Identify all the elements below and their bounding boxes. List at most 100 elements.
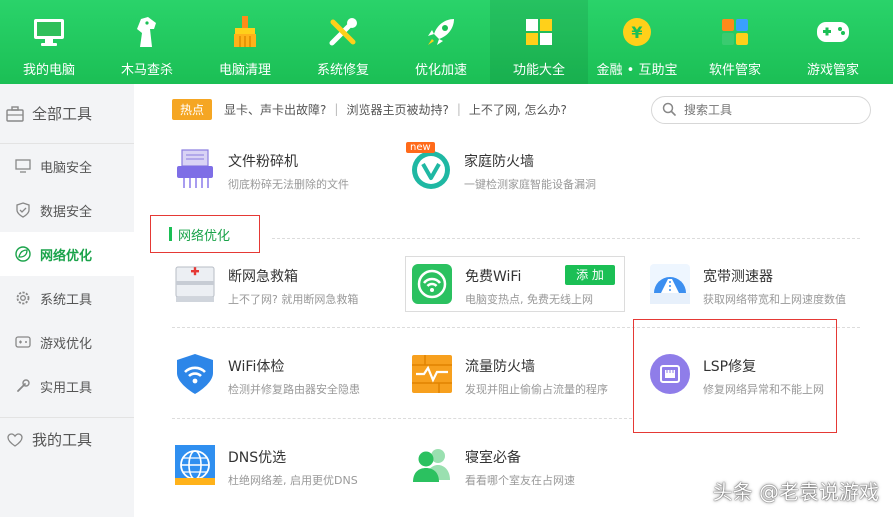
section-network-optimize: 网络优化 — [150, 215, 260, 253]
tool-file-shredder[interactable]: 文件粉碎机 彻底粉碎无法删除的文件 — [174, 148, 349, 192]
add-wifi-button[interactable]: 添 加 — [565, 265, 615, 285]
speedometer-icon — [649, 263, 691, 305]
toolbar-software-manager[interactable]: 软件管家 — [686, 0, 784, 84]
tool-title: DNS优选 — [228, 450, 287, 466]
shredder-icon — [174, 148, 216, 190]
first-aid-kit-icon — [174, 263, 216, 305]
tool-desc: 看看哪个室友在占网速 — [465, 474, 575, 487]
sidebar-item-game-optimize[interactable]: 游戏优化 — [0, 320, 134, 364]
shield-icon — [14, 201, 32, 219]
traffic-wall-icon — [411, 353, 453, 395]
tool-desc: 上不了网? 就用断网急救箱 — [228, 293, 359, 306]
wrench-icon — [325, 14, 361, 50]
sidebar-item-utilities[interactable]: 实用工具 — [0, 364, 134, 408]
firewall-shield-icon: new — [406, 142, 452, 190]
gear-icon — [14, 289, 32, 307]
heart-icon — [6, 431, 24, 449]
toolbar-label: 金融 • 互助宝 — [596, 63, 678, 78]
sidebar-item-label: 系统工具 — [40, 292, 93, 308]
sidebar-my-tools[interactable]: 我的工具 — [0, 417, 134, 461]
wifi-hotspot-icon — [411, 263, 453, 305]
toolbar-features[interactable]: 功能大全 — [490, 0, 588, 84]
hot-badge: 热点 — [172, 98, 213, 120]
tool-home-firewall[interactable]: new 家庭防火墙 一键检测家庭智能设备漏洞 — [406, 142, 596, 192]
section-divider — [272, 238, 860, 239]
tool-title: 寝室必备 — [465, 450, 521, 466]
wifi-shield-icon — [174, 353, 216, 395]
toolbar-cleanup[interactable]: 电脑清理 — [196, 0, 294, 84]
rocket-icon — [423, 14, 459, 50]
toolbar-label: 电脑清理 — [218, 63, 271, 78]
sidebar: 全部工具 电脑安全 数据安全 网络优化 系统工具 游戏优化 实用工具 我的工具 — [0, 84, 134, 517]
sidebar-item-label: 游戏优化 — [40, 336, 93, 352]
toolbar-label: 软件管家 — [708, 63, 761, 78]
tool-dns-optimize[interactable]: DNS优选 杜绝网络差, 启用更优DNS — [174, 444, 358, 488]
search-box — [651, 96, 871, 124]
toolbar-label: 系统修复 — [316, 63, 369, 78]
broom-icon — [227, 14, 263, 50]
tool-desc: 获取网络带宽和上网速度数值 — [703, 293, 846, 306]
sidebar-item-network-optimize[interactable]: 网络优化 — [0, 232, 134, 276]
hot-link-no-internet[interactable]: 上不了网, 怎么办? — [469, 101, 567, 118]
row-divider — [172, 418, 632, 419]
hot-link-sound-card[interactable]: 显卡、声卡出故障? — [224, 101, 326, 118]
watermark-text: 头条 @老袁说游戏 — [712, 480, 879, 504]
toolbar-optimize[interactable]: 优化加速 — [392, 0, 490, 84]
toolbar-label: 木马查杀 — [120, 63, 173, 78]
sidebar-item-pc-security[interactable]: 电脑安全 — [0, 144, 134, 188]
gamepad-icon — [815, 14, 851, 50]
leaf-icon — [14, 245, 32, 263]
tool-title: WiFi体检 — [228, 359, 285, 375]
tool-title: 文件粉碎机 — [228, 154, 298, 170]
tool-speed-test[interactable]: 宽带测速器 获取网络带宽和上网速度数值 — [649, 263, 846, 307]
sidebar-item-label: 数据安全 — [40, 204, 93, 220]
toolbar-trojan-scan[interactable]: 木马查杀 — [98, 0, 196, 84]
sidebar-header-label: 全部工具 — [32, 105, 93, 123]
section-title: 网络优化 — [178, 228, 231, 244]
sidebar-all-tools[interactable]: 全部工具 — [0, 84, 134, 144]
monitor-icon — [14, 157, 32, 175]
tool-wifi-checkup[interactable]: WiFi体检 检测并修复路由器安全隐患 — [174, 353, 360, 397]
toolbar-label: 功能大全 — [512, 63, 565, 78]
monitor-icon — [31, 14, 67, 50]
hot-separator: | — [456, 102, 461, 116]
main-toolbar: 我的电脑 木马查杀 电脑清理 系统修复 优化加速 功能大全 ¥ 金融 • 互助宝… — [0, 0, 893, 84]
tool-desc: 电脑变热点, 免费无线上网 — [465, 293, 593, 306]
tool-desc: 彻底粉碎无法删除的文件 — [228, 178, 349, 191]
yuan-coin-icon: ¥ — [619, 14, 655, 50]
apps-icon — [717, 14, 753, 50]
sidebar-item-label: 网络优化 — [40, 248, 93, 264]
new-badge: new — [406, 142, 435, 153]
toolbar-system-repair[interactable]: 系统修复 — [294, 0, 392, 84]
toolbar-finance[interactable]: ¥ 金融 • 互助宝 — [588, 0, 686, 84]
toolbar-label: 优化加速 — [414, 63, 467, 78]
tool-title: 断网急救箱 — [228, 269, 298, 285]
lsp-highlight-box — [633, 319, 837, 433]
gamepad-icon — [14, 333, 32, 351]
sidebar-item-label: 实用工具 — [40, 380, 93, 396]
toolbar-game-manager[interactable]: 游戏管家 — [784, 0, 882, 84]
search-input[interactable] — [684, 103, 854, 117]
wrench-icon — [14, 377, 32, 395]
horse-icon — [129, 14, 165, 50]
toolbar-label: 游戏管家 — [806, 63, 859, 78]
globe-grid-icon — [174, 444, 216, 486]
section-accent-bar — [169, 227, 172, 241]
toolbar-label: 我的电脑 — [22, 63, 75, 78]
sidebar-item-system-tools[interactable]: 系统工具 — [0, 276, 134, 320]
hot-link-browser-hijack[interactable]: 浏览器主页被劫持? — [346, 101, 448, 118]
tool-traffic-firewall[interactable]: 流量防火墙 发现并阻止偷偷占流量的程序 — [411, 353, 608, 397]
tool-title: 宽带测速器 — [703, 269, 773, 285]
tool-network-rescue[interactable]: 断网急救箱 上不了网? 就用断网急救箱 — [174, 263, 358, 307]
tool-title: 流量防火墙 — [465, 359, 535, 375]
users-icon — [411, 444, 453, 486]
toolbar-my-computer[interactable]: 我的电脑 — [0, 0, 98, 84]
tool-title: 家庭防火墙 — [464, 154, 534, 170]
grid-icon — [521, 14, 557, 50]
tool-desc: 一键检测家庭智能设备漏洞 — [464, 178, 596, 191]
hot-topics-bar: 热点 显卡、声卡出故障? | 浏览器主页被劫持? | 上不了网, 怎么办? — [172, 98, 575, 120]
toolbox-icon — [6, 105, 24, 123]
tool-dorm-essentials[interactable]: 寝室必备 看看哪个室友在占网速 — [411, 444, 575, 488]
svg-text:¥: ¥ — [631, 23, 642, 42]
sidebar-item-data-security[interactable]: 数据安全 — [0, 188, 134, 232]
